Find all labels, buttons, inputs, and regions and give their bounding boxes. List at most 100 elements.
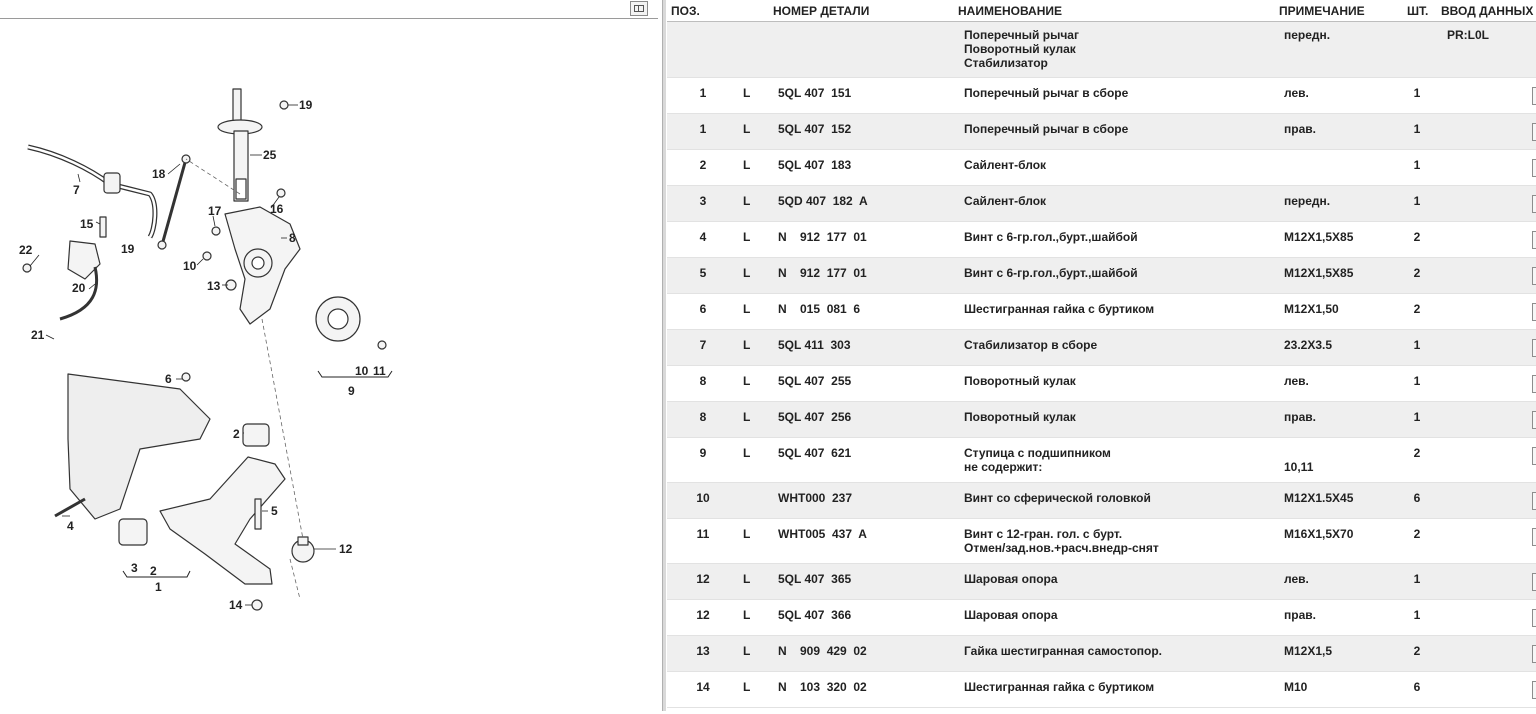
cell-side: L (743, 302, 751, 316)
table-row[interactable]: 12 L 5QL 407 365 Шаровая опора лев. 1 (667, 564, 1536, 600)
cell-side: L (743, 86, 751, 100)
callout: 9 (348, 384, 355, 398)
cell-pos: 2 (699, 158, 707, 172)
cell-qty: 2 (1413, 230, 1421, 244)
cell-note: лев. (1284, 572, 1309, 586)
table-row[interactable]: 1 L 5QL 407 152 Поперечный рычаг в сборе пра… (667, 114, 1536, 150)
table-row[interactable]: 7 L 5QL 411 303 Стабилизатор в сборе 23.2X3.… (667, 330, 1536, 366)
panel-splitter[interactable] (662, 0, 666, 711)
group-name-1: Поперечный рычаг (964, 28, 1079, 42)
col-note[interactable]: ПРИМЕЧАНИЕ (1279, 4, 1365, 18)
cell-name: не содержит: (964, 460, 1043, 474)
parts-table: ПОЗ. НОМЕР ДЕТАЛИ НАИМЕНОВАНИЕ ПРИМЕЧАНИ… (667, 0, 1536, 711)
row-select-button[interactable] (1532, 573, 1536, 591)
row-select-button[interactable] (1532, 231, 1536, 249)
cell-name: Гайка шестигранная самостопор. (964, 644, 1163, 658)
cell-name: Ступица с подшипником (964, 446, 1111, 460)
cell-name: Винт со сферической головкой (964, 491, 1151, 505)
callout: 10 (355, 364, 369, 378)
layout-toggle-icon[interactable] (630, 1, 648, 16)
table-row[interactable]: 9 L 5QL 407 621 Ступица с подшипником не сод… (667, 438, 1536, 483)
cell-side: L (743, 446, 751, 460)
table-row[interactable]: 2 L 5QL 407 183 Сайлент-блок 1 (667, 150, 1536, 186)
table-row[interactable]: 10 WHT000 237 Винт со сферической головкой… (667, 483, 1536, 519)
row-select-button[interactable] (1532, 303, 1536, 321)
cell-name: Шестигранная гайка с буртиком (964, 302, 1155, 316)
cell-side: L (743, 338, 751, 352)
cell-qty: 1 (1413, 86, 1421, 100)
cell-name: Винт с 12-гран. гол. с бурт. (964, 527, 1123, 541)
cell-note: M12X1,5X85 (1284, 266, 1354, 280)
callout: 4 (67, 519, 74, 533)
cell-pos: 12 (696, 608, 710, 622)
cell-note: M16X1,5X70 (1284, 527, 1354, 541)
cell-pos: 12 (696, 572, 710, 586)
cell-side: L (743, 266, 751, 280)
row-select-button[interactable] (1532, 267, 1536, 285)
row-select-button[interactable] (1532, 645, 1536, 663)
col-qty[interactable]: ШТ. (1407, 4, 1428, 18)
exploded-view-diagram: 19 25 7 18 16 17 15 8 19 22 10 13 20 21 … (0, 19, 658, 711)
cell-qty: 1 (1413, 194, 1421, 208)
cell-name: Сайлент-блок (964, 158, 1047, 172)
cell-note: M12X1.5X45 (1284, 491, 1354, 505)
cell-side: L (743, 374, 751, 388)
cell-name: Винт с 6-гр.гол.,бурт.,шайбой (964, 266, 1138, 280)
cell-part-number: 5QL 407 152 (778, 122, 852, 136)
cell-part-number: N 912 177 01 (778, 266, 867, 280)
cell-part-number: N 103 320 02 (778, 680, 867, 694)
group-data: PR:L0L (1447, 28, 1489, 42)
cell-pos: 5 (699, 266, 707, 280)
cell-pos: 1 (699, 122, 707, 136)
row-select-button[interactable] (1532, 528, 1536, 546)
cell-note: прав. (1284, 410, 1316, 424)
table-row[interactable]: 4 L N 912 177 01 Винт с 6-гр.гол.,бурт.,шай… (667, 222, 1536, 258)
row-select-button[interactable] (1532, 339, 1536, 357)
callout: 17 (208, 204, 222, 218)
table-row[interactable]: 11 L WHT005 437 A Винт с 12-гран. гол. с бу… (667, 519, 1536, 564)
cell-side: L (743, 680, 751, 694)
cell-side: L (743, 527, 751, 541)
callout: 12 (339, 542, 353, 556)
row-select-button[interactable] (1532, 375, 1536, 393)
table-row[interactable]: 12 L 5QL 407 366 Шаровая опора прав. 1 (667, 600, 1536, 636)
col-pos[interactable]: ПОЗ. (671, 4, 700, 18)
table-row[interactable]: 14 L N 103 320 02 Шестигранная гайка с бурт… (667, 672, 1536, 708)
row-select-button[interactable] (1532, 681, 1536, 699)
cell-side: L (743, 644, 751, 658)
col-part-number[interactable]: НОМЕР ДЕТАЛИ (773, 4, 869, 18)
row-select-button[interactable] (1532, 123, 1536, 141)
callout: 3 (131, 561, 138, 575)
row-select-button[interactable] (1532, 609, 1536, 627)
cell-qty: 1 (1413, 410, 1421, 424)
row-select-button[interactable] (1532, 159, 1536, 177)
row-select-button[interactable] (1532, 195, 1536, 213)
cell-pos: 4 (699, 230, 707, 244)
callout: 10 (183, 259, 197, 273)
row-select-button[interactable] (1532, 447, 1536, 465)
row-select-button[interactable] (1532, 411, 1536, 429)
table-body: Поперечный рычаг Поворотный кулак Стабил… (667, 22, 1536, 708)
cell-name: Шаровая опора (964, 608, 1058, 622)
table-row[interactable]: 6 L N 015 081 6 Шестигранная гайка с буртик… (667, 294, 1536, 330)
cell-qty: 2 (1413, 644, 1421, 658)
table-row[interactable]: 8 L 5QL 407 255 Поворотный кулак лев. 1 (667, 366, 1536, 402)
row-select-button[interactable] (1532, 492, 1536, 510)
row-select-button[interactable] (1532, 87, 1536, 105)
cell-note: M12X1,50 (1284, 302, 1339, 316)
table-row[interactable]: 1 L 5QL 407 151 Поперечный рычаг в сборе лев… (667, 78, 1536, 114)
table-row[interactable]: 5 L N 912 177 01 Винт с 6-гр.гол.,бурт.,шай… (667, 258, 1536, 294)
table-row[interactable]: 3 L 5QD 407 182 A Сайлент-блок передн. 1 (667, 186, 1536, 222)
diagram-panel: 19 25 7 18 16 17 15 8 19 22 10 13 20 21 … (0, 0, 658, 711)
col-name[interactable]: НАИМЕНОВАНИЕ (958, 4, 1062, 18)
table-row-group-header: Поперечный рычаг Поворотный кулак Стабил… (667, 22, 1536, 78)
table-row[interactable]: 8 L 5QL 407 256 Поворотный кулак прав. 1 (667, 402, 1536, 438)
table-row[interactable]: 13 L N 909 429 02 Гайка шестигранная самост… (667, 636, 1536, 672)
col-data-entry[interactable]: ВВОД ДАННЫХ (1441, 4, 1533, 18)
callout: 2 (233, 427, 240, 441)
callout: 7 (73, 183, 80, 197)
cell-note: M10 (1284, 680, 1308, 694)
cell-part-number: 5QD 407 182 A (778, 194, 868, 208)
cell-qty: 2 (1413, 446, 1421, 460)
cell-pos: 14 (696, 680, 710, 694)
